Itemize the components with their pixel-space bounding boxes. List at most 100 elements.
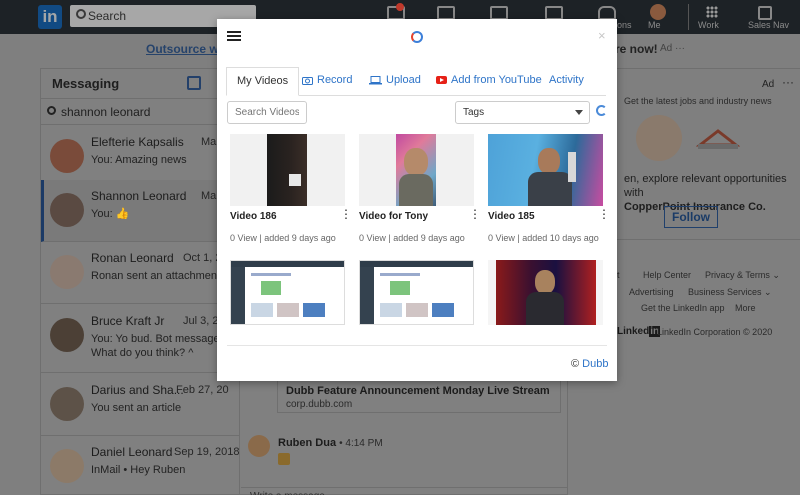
grid-icon[interactable] bbox=[706, 6, 718, 18]
messaging-header: Messaging bbox=[41, 69, 240, 99]
linkedin-footer-logo: Linkedin bbox=[617, 326, 661, 337]
search-videos-input[interactable] bbox=[227, 101, 307, 124]
shared-link-card[interactable]: Dubb Feature Announcement Monday Live St… bbox=[277, 379, 561, 413]
conversation-list: Messaging shannon leonard Elefterie Kaps… bbox=[41, 69, 240, 495]
copyright-icon: © bbox=[571, 358, 580, 370]
video-title[interactable]: Video for Tony bbox=[359, 211, 428, 222]
nav-label-work[interactable]: Work bbox=[698, 20, 719, 30]
thumbs-up-icon bbox=[278, 453, 290, 465]
dubb-credit-link[interactable]: © Dubb bbox=[571, 358, 608, 370]
link-card-title: Dubb Feature Announcement Monday Live St… bbox=[286, 385, 550, 397]
dubb-modal: × My Videos Record Upload Add from YouTu… bbox=[217, 19, 617, 381]
nav-label-notifications[interactable]: ons bbox=[617, 20, 632, 30]
search-icon bbox=[47, 106, 56, 115]
tab-label: Record bbox=[317, 74, 353, 86]
message-time: • 4:14 PM bbox=[339, 438, 383, 449]
more-icon[interactable]: ··· bbox=[782, 75, 794, 89]
conversation-name: Daniel Leonard bbox=[91, 445, 173, 459]
messaging-icon[interactable] bbox=[545, 6, 563, 20]
banner-dots-icon[interactable]: ··· bbox=[675, 43, 685, 54]
nav-label-sales-nav[interactable]: Sales Nav bbox=[748, 20, 789, 30]
banner-ad-label: Ad ··· bbox=[660, 43, 685, 54]
footer-link-privacy[interactable]: Privacy & Terms ⌄ bbox=[705, 270, 780, 281]
conversation-item[interactable]: Elefterie Kapsalis Mar You: Amazing news bbox=[41, 126, 240, 188]
conversation-item-active[interactable]: Shannon Leonard Mar You: 👍 bbox=[41, 180, 240, 242]
video-thumbnail[interactable] bbox=[488, 260, 603, 325]
camera-icon bbox=[302, 76, 313, 85]
video-thumbnail[interactable] bbox=[230, 134, 345, 206]
video-thumbnail[interactable] bbox=[488, 134, 603, 206]
notification-badge bbox=[396, 3, 404, 11]
laptop-icon bbox=[369, 75, 382, 85]
footer-link-advertising[interactable]: Advertising bbox=[629, 287, 674, 297]
chevron-down-icon bbox=[575, 110, 583, 115]
footer-logo-text: Linked bbox=[617, 326, 650, 337]
tab-label: Add from YouTube bbox=[451, 74, 542, 86]
sender-name[interactable]: Ruben Dua bbox=[278, 437, 336, 449]
conversation-preview: InMail • Hey Ruben bbox=[91, 464, 186, 476]
jobs-icon[interactable] bbox=[490, 6, 508, 20]
notifications-icon[interactable] bbox=[598, 6, 616, 20]
tab-my-videos[interactable]: My Videos bbox=[226, 67, 300, 96]
ad-panel: Ad ··· Get the latest jobs and industry … bbox=[611, 68, 800, 240]
write-message-input[interactable]: Write a message... bbox=[241, 487, 568, 495]
more-vertical-icon[interactable]: ⋮ bbox=[340, 208, 352, 220]
close-icon[interactable]: × bbox=[598, 28, 606, 43]
avatar bbox=[50, 193, 84, 227]
ad-text-line: en, explore relevant opportunities with bbox=[624, 173, 787, 199]
video-title[interactable]: Video 185 bbox=[488, 211, 535, 222]
video-thumbnail[interactable] bbox=[230, 260, 345, 325]
search-icon bbox=[76, 9, 86, 19]
conversation-date: Oct 1, 2 bbox=[183, 252, 222, 264]
conversation-item[interactable]: Ronan Leonard Oct 1, 2 Ronan sent an att… bbox=[41, 242, 240, 304]
avatar bbox=[50, 139, 84, 173]
conversation-name: Bruce Kraft Jr bbox=[91, 314, 165, 328]
conversation-name: Shannon Leonard bbox=[91, 189, 187, 203]
footer-link-business[interactable]: Business Services ⌄ bbox=[688, 287, 772, 298]
me-avatar[interactable] bbox=[650, 4, 666, 20]
modal-footer-divider bbox=[227, 345, 607, 346]
conversation-item[interactable]: Daniel Leonard Sep 19, 2018 InMail • Hey… bbox=[41, 436, 240, 495]
follow-button[interactable]: Follow bbox=[664, 206, 718, 228]
tab-activity[interactable]: Activity bbox=[549, 67, 584, 96]
tab-upload[interactable]: Upload bbox=[369, 67, 421, 96]
refresh-icon[interactable] bbox=[596, 105, 607, 116]
video-thumbnail[interactable] bbox=[359, 260, 474, 325]
avatar bbox=[50, 255, 84, 289]
nav-label-me[interactable]: Me bbox=[648, 20, 661, 30]
tags-select-value: Tags bbox=[463, 107, 485, 118]
video-title[interactable]: Video 186 bbox=[230, 211, 277, 222]
avatar bbox=[50, 449, 84, 483]
video-meta: 0 View | added 9 days ago bbox=[359, 233, 465, 243]
company-logo-icon bbox=[696, 129, 740, 149]
avatar bbox=[50, 387, 84, 421]
video-thumbnail[interactable] bbox=[359, 134, 474, 206]
more-vertical-icon[interactable]: ⋮ bbox=[598, 208, 610, 220]
tab-add-from-youtube[interactable]: Add from YouTube bbox=[436, 67, 542, 96]
footer-link-app[interactable]: Get the LinkedIn app bbox=[641, 303, 725, 313]
messaging-search-input[interactable]: shannon leonard bbox=[41, 99, 240, 125]
link-card-url: corp.dubb.com bbox=[286, 399, 353, 410]
network-icon[interactable] bbox=[437, 6, 455, 20]
messaging-title: Messaging bbox=[52, 76, 120, 91]
menu-icon[interactable] bbox=[227, 31, 241, 41]
ad-label: Ad bbox=[762, 79, 775, 90]
linkedin-logo[interactable]: in bbox=[38, 5, 62, 29]
conversation-item[interactable]: Bruce Kraft Jr Jul 3, 20 You: Yo bud. Bo… bbox=[41, 305, 240, 373]
tab-record[interactable]: Record bbox=[302, 67, 352, 96]
video-meta: 0 View | added 10 days ago bbox=[488, 233, 599, 243]
more-vertical-icon[interactable]: ⋮ bbox=[469, 208, 481, 220]
footer-link-more[interactable]: More bbox=[735, 303, 756, 313]
sales-nav-icon[interactable] bbox=[758, 6, 772, 20]
avatar[interactable] bbox=[248, 435, 270, 457]
footer-link-help[interactable]: Help Center bbox=[643, 270, 691, 280]
conversation-item[interactable]: Darius and Sha... Feb 27, 20 You sent an… bbox=[41, 374, 240, 436]
conversation-name: Elefterie Kapsalis bbox=[91, 135, 184, 149]
banner-right-text[interactable]: re now! bbox=[615, 42, 658, 56]
search-placeholder: Search bbox=[88, 9, 127, 23]
compose-icon[interactable] bbox=[187, 76, 201, 90]
conversation-date: Sep 19, 2018 bbox=[174, 446, 240, 458]
tags-select[interactable]: Tags bbox=[455, 101, 590, 124]
conversation-date: Feb 27, 20 bbox=[176, 384, 229, 396]
dubb-logo-icon bbox=[411, 31, 423, 43]
